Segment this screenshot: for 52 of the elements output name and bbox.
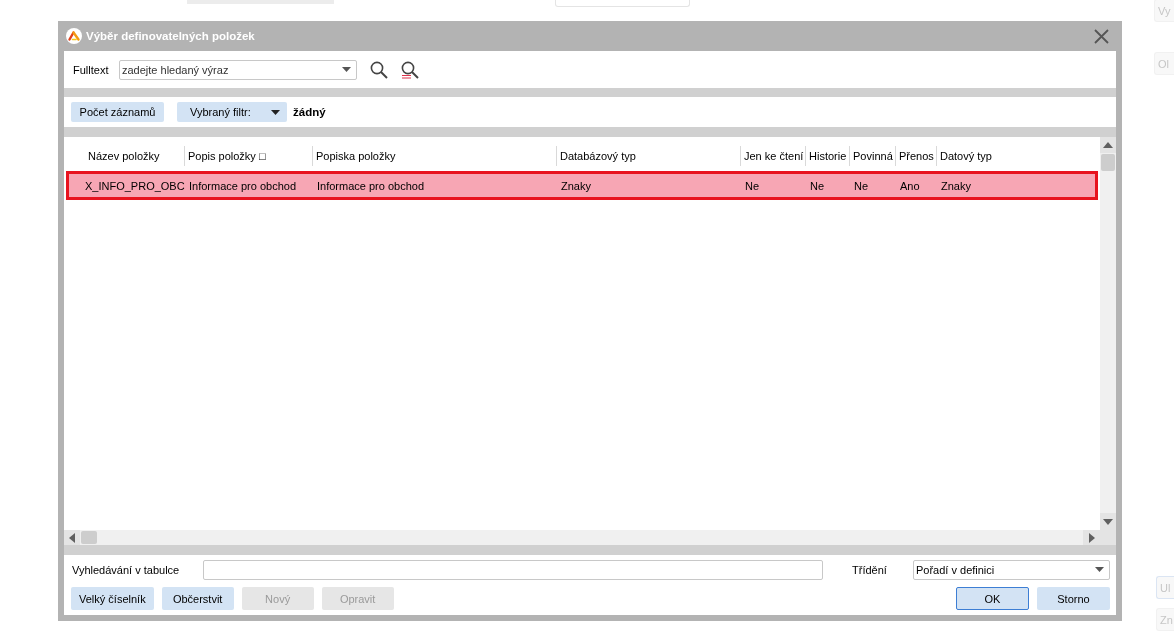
table-cell-text: X_INFO_PRO_OBC (84, 179, 184, 192)
column-header[interactable]: Datový typ (936, 145, 1098, 166)
table-cell-text: Ano (899, 179, 921, 192)
action-button[interactable]: Velký číselník (71, 587, 154, 610)
table-row[interactable]: X_INFO_PRO_OBC Informace pro obchod Informace pro obchod Znaky Ne Ne Ne Ano Znaky (66, 171, 1098, 200)
scrollbar-thumb[interactable] (1101, 154, 1115, 171)
scroll-down-button[interactable] (1100, 513, 1116, 530)
down-triangle-icon (1103, 518, 1113, 525)
column-header[interactable]: Povinná (849, 145, 895, 166)
caret-icon (271, 109, 280, 115)
window-title: Výběr definovatelných položek (86, 30, 255, 42)
table-search-field[interactable] (203, 560, 823, 580)
dialog-button[interactable]: Storno (1037, 587, 1110, 610)
table-cell-text: Ne (744, 179, 761, 192)
scrollbar-thumb[interactable] (81, 531, 97, 544)
filter-value: žádný (293, 106, 326, 118)
sorting-label: Třídění (852, 564, 888, 576)
record-count-button[interactable]: Počet záznamů (71, 102, 164, 122)
fulltext-field[interactable]: zadejte hledaný výraz (119, 59, 357, 80)
table-cell-text: Znaky (560, 179, 592, 192)
search-lines-icon[interactable] (401, 60, 419, 79)
filter-dropdown[interactable]: Vybraný filtr: (177, 102, 287, 122)
scroll-up-button[interactable] (1100, 137, 1116, 153)
sorting-select[interactable]: Pořadí v definici (913, 560, 1110, 580)
caret-icon (342, 66, 351, 72)
table-cell-text: Informace pro obchod (316, 179, 425, 192)
caret-icon (1095, 567, 1104, 572)
logo-icon (66, 28, 82, 44)
action-button[interactable]: Občerstvit (161, 587, 234, 610)
right-triangle-icon (1088, 532, 1095, 543)
column-header[interactable]: Jen ke čtení (740, 145, 805, 166)
column-header[interactable]: Databázový typ (556, 145, 740, 166)
table-cell-text: Ne (853, 179, 870, 192)
column-header[interactable]: Popis položky □ (184, 145, 312, 166)
horizontal-scrollbar[interactable] (64, 530, 1100, 545)
vertical-scrollbar[interactable] (1100, 137, 1116, 530)
search-icon[interactable] (370, 60, 388, 79)
scroll-left-button[interactable] (64, 530, 80, 545)
column-header[interactable]: Název položky (66, 145, 184, 166)
column-header[interactable]: Popiska položky (312, 145, 556, 166)
dialog-button[interactable]: OK (956, 587, 1029, 610)
up-triangle-icon (1103, 142, 1113, 148)
table-search-label: Vyhledávání v tabulce (72, 564, 181, 576)
column-header[interactable]: Přenos (895, 145, 936, 166)
close-icon[interactable] (1094, 28, 1109, 44)
table-cell-text: Znaky (940, 179, 972, 192)
left-triangle-icon (69, 532, 75, 543)
column-header[interactable]: Historie (805, 145, 849, 166)
table-cell-text: Informace pro obchod (188, 179, 297, 192)
scroll-right-button[interactable] (1083, 530, 1100, 545)
table-cell-text: Ne (809, 179, 826, 192)
fulltext-label: Fulltext (73, 63, 110, 76)
